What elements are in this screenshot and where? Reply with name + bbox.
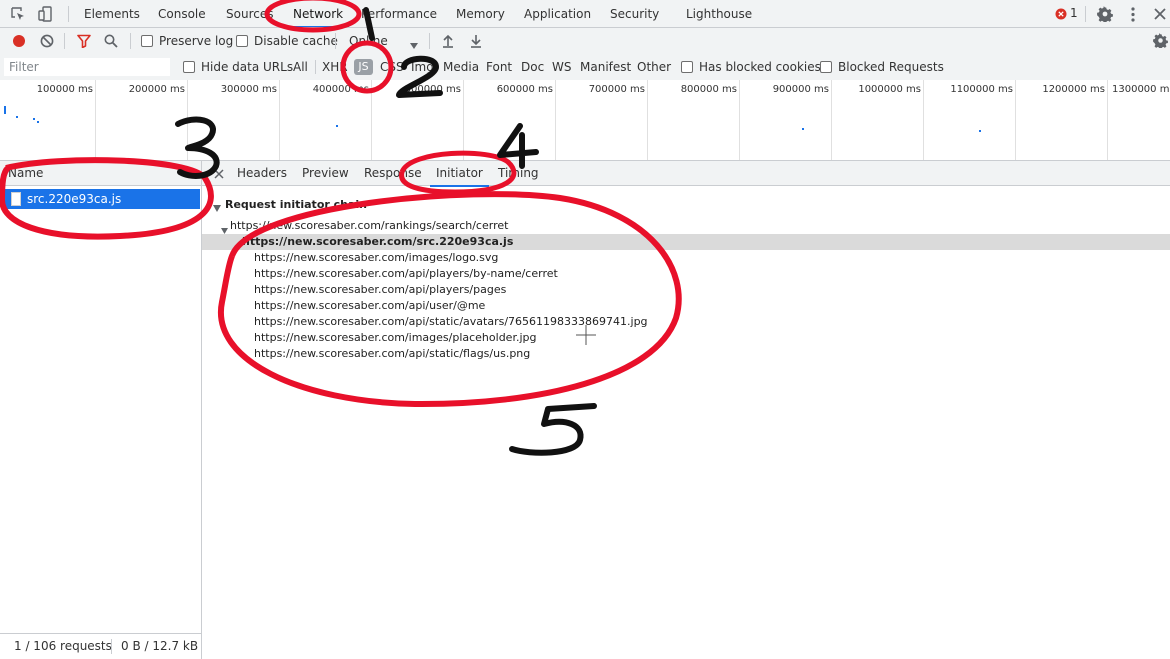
clear-icon[interactable]	[40, 34, 54, 51]
timeline-tick: 900000 ms	[772, 84, 829, 95]
timeline-tick: 500000 ms	[404, 84, 461, 95]
timeline-request-mark	[802, 128, 804, 130]
close-detail-icon[interactable]	[214, 168, 224, 182]
tab-network[interactable]: Network	[286, 0, 350, 28]
filter-type-img[interactable]: Img	[411, 54, 434, 80]
tab-security[interactable]: Security	[610, 0, 659, 28]
initiated-url[interactable]: https://new.scoresaber.com/api/players/p…	[254, 282, 506, 298]
tab-timing[interactable]: Timing	[498, 161, 539, 186]
timeline-tick: 1300000 ms	[1112, 84, 1170, 95]
request-count: 1 / 106 requests	[14, 639, 112, 653]
tab-initiator[interactable]: Initiator	[430, 161, 489, 187]
name-column-header[interactable]: Name	[0, 161, 201, 186]
timeline-tick: 100000 ms	[36, 84, 93, 95]
timeline-request-mark	[336, 125, 338, 127]
filter-type-manifest[interactable]: Manifest	[580, 54, 631, 80]
filter-type-other[interactable]: Other	[637, 54, 671, 80]
timeline-tick: 400000 ms	[312, 84, 369, 95]
section-toggle-icon[interactable]	[213, 201, 221, 215]
search-icon[interactable]	[104, 34, 118, 51]
timeline-tick: 1200000 ms	[1042, 84, 1105, 95]
disable-cache-checkbox[interactable]	[236, 35, 248, 47]
tab-memory[interactable]: Memory	[456, 0, 505, 28]
disable-cache-label: Disable cache	[254, 34, 338, 48]
timeline-tick: 1100000 ms	[950, 84, 1013, 95]
initiated-url[interactable]: https://new.scoresaber.com/api/players/b…	[254, 266, 558, 282]
request-list: Name src.220e93ca.js 1 / 106 requests 0 …	[0, 161, 202, 659]
timeline-tick: 200000 ms	[128, 84, 185, 95]
error-count: 1	[1070, 6, 1078, 20]
tab-application[interactable]: Application	[524, 0, 591, 28]
filter-type-js[interactable]: JS	[354, 59, 373, 75]
network-settings-gear-icon[interactable]	[1153, 33, 1168, 51]
import-har-icon[interactable]	[442, 34, 454, 51]
filter-input[interactable]	[4, 58, 170, 76]
has-blocked-cookies-checkbox[interactable]	[681, 61, 693, 73]
tab-elements[interactable]: Elements	[84, 0, 140, 28]
settings-gear-icon[interactable]	[1097, 6, 1113, 25]
record-button[interactable]	[12, 34, 26, 51]
blocked-requests-checkbox[interactable]	[820, 61, 832, 73]
tab-response[interactable]: Response	[364, 161, 422, 186]
filter-type-ws[interactable]: WS	[552, 54, 571, 80]
initiated-url[interactable]: https://new.scoresaber.com/images/placeh…	[254, 330, 536, 346]
transferred-size: 0 B / 12.7 kB transferred	[121, 639, 201, 653]
filter-type-xhr[interactable]: XHR	[322, 54, 348, 80]
file-icon	[11, 192, 21, 206]
timeline-request-mark	[4, 106, 6, 114]
initiated-url[interactable]: https://new.scoresaber.com/api/static/fl…	[254, 346, 530, 362]
timeline-tick: 600000 ms	[496, 84, 553, 95]
blocked-requests-label: Blocked Requests	[838, 60, 944, 74]
filter-type-all[interactable]: All	[293, 54, 308, 80]
request-name: src.220e93ca.js	[27, 192, 122, 206]
filter-type-css[interactable]: CSS	[380, 54, 404, 80]
initiator-root-url[interactable]: https://new.scoresaber.com/rankings/sear…	[230, 218, 508, 234]
device-toolbar-icon[interactable]	[38, 6, 53, 25]
detail-tab-bar: Headers Preview Response Initiator Timin…	[202, 161, 1170, 187]
timeline-request-mark	[16, 116, 18, 118]
filter-funnel-icon[interactable]	[77, 34, 91, 51]
network-status-bar: 1 / 106 requests 0 B / 12.7 kB transferr…	[0, 633, 201, 659]
error-icon	[1055, 8, 1067, 20]
close-devtools-icon[interactable]	[1154, 8, 1166, 23]
timeline-overview[interactable]: 100000 ms 200000 ms 300000 ms 400000 ms …	[0, 80, 1170, 160]
throttling-select[interactable]: Online	[349, 28, 419, 54]
tab-lighthouse[interactable]: Lighthouse	[686, 0, 752, 28]
tab-console[interactable]: Console	[158, 0, 206, 28]
filter-bar: Hide data URLs All XHR JS CSS Img Media …	[0, 54, 1170, 80]
filter-type-doc[interactable]: Doc	[521, 54, 544, 80]
devtools-tab-bar: Elements Console Sources Network Perform…	[0, 0, 1170, 28]
initiator-chain-title: Request initiator chain	[225, 198, 368, 211]
preserve-log-checkbox[interactable]	[141, 35, 153, 47]
tab-preview[interactable]: Preview	[302, 161, 349, 186]
timeline-tick: 1000000 ms	[858, 84, 921, 95]
tab-performance[interactable]: Performance	[361, 0, 437, 28]
request-detail-panel: Headers Preview Response Initiator Timin…	[202, 161, 1170, 659]
more-options-icon[interactable]	[1130, 7, 1136, 25]
has-blocked-cookies-label: Has blocked cookies	[699, 60, 821, 74]
timeline-request-mark	[979, 130, 981, 132]
hide-data-urls-label: Hide data URLs	[201, 60, 294, 74]
tab-sources[interactable]: Sources	[226, 0, 273, 28]
initiator-selected-url[interactable]: https://new.scoresaber.com/src.220e93ca.…	[242, 234, 513, 250]
hide-data-urls-checkbox[interactable]	[183, 61, 195, 73]
preserve-log-label: Preserve log	[159, 34, 234, 48]
inspect-element-icon[interactable]	[11, 7, 26, 25]
initiated-url[interactable]: https://new.scoresaber.com/images/logo.s…	[254, 250, 498, 266]
filter-type-font[interactable]: Font	[486, 54, 512, 80]
timeline-tick: 300000 ms	[220, 84, 277, 95]
timeline-request-mark	[37, 121, 39, 123]
timeline-tick: 800000 ms	[680, 84, 737, 95]
chevron-down-icon	[410, 38, 418, 52]
filter-type-media[interactable]: Media	[443, 54, 479, 80]
request-row[interactable]: src.220e93ca.js	[4, 189, 200, 209]
timeline-tick: 700000 ms	[588, 84, 645, 95]
export-har-icon[interactable]	[470, 34, 482, 51]
timeline-request-mark	[33, 118, 35, 120]
crosshair-cursor-icon	[576, 325, 596, 348]
network-toolbar: Preserve log Disable cache Online	[0, 28, 1170, 54]
initiated-url[interactable]: https://new.scoresaber.com/api/user/@me	[254, 298, 485, 314]
tab-headers[interactable]: Headers	[237, 161, 287, 186]
